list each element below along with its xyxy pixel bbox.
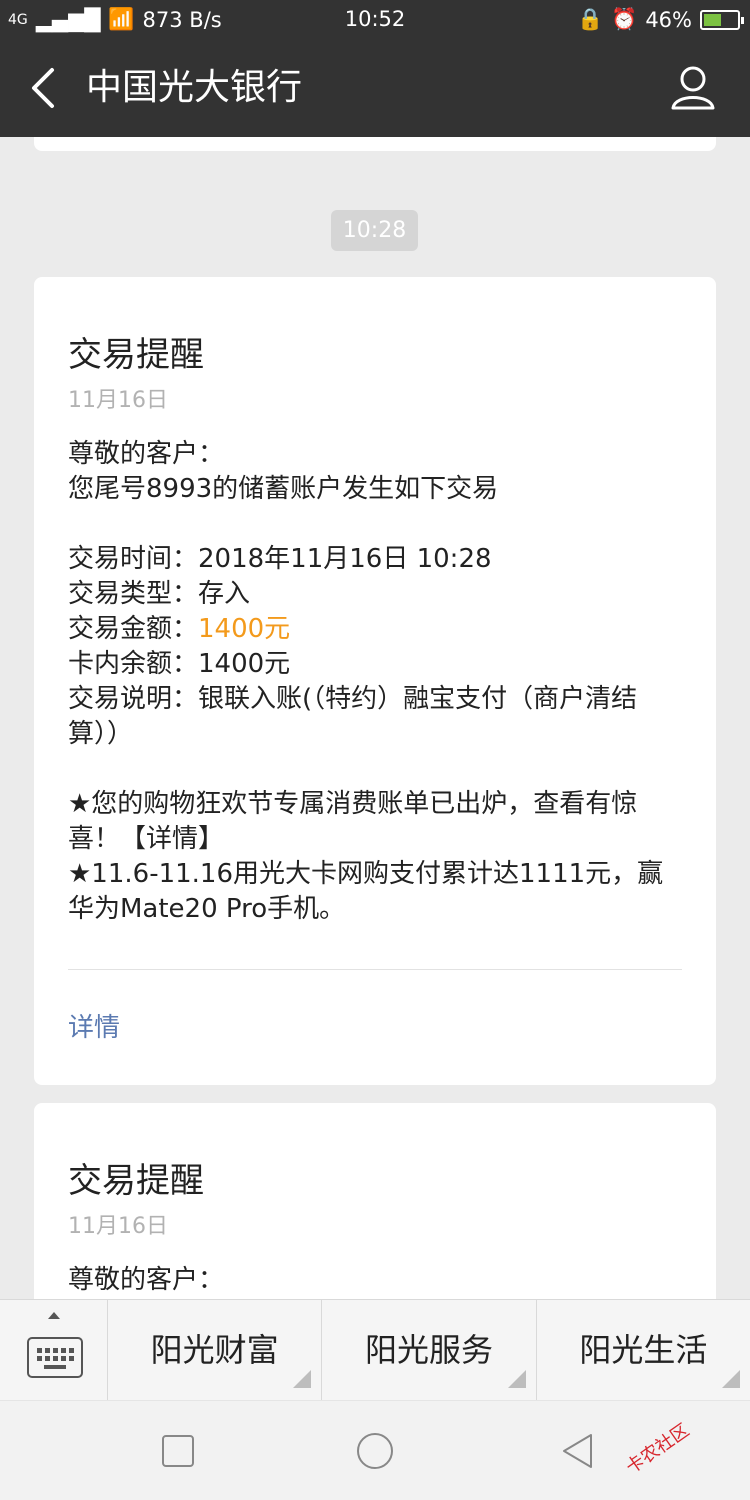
promo-line: ★您的购物狂欢节专属消费账单已出炉，查看有惊喜！【详情】	[68, 789, 638, 854]
keyboard-icon	[27, 1337, 83, 1378]
back-triangle-icon[interactable]	[558, 1431, 598, 1471]
battery-percent: 46%	[645, 7, 692, 32]
menu-item-service[interactable]: 阳光服务	[322, 1300, 537, 1400]
status-right: 🔒 ⏰ 46%	[577, 7, 744, 32]
bottom-menu: 阳光财富 阳光服务 阳光生活	[0, 1299, 750, 1400]
system-navigation-bar: 卡农社区	[0, 1400, 750, 1500]
body-line: 交易类型：存入	[68, 579, 251, 609]
body-line: 您尾号8993的储蓄账户发生如下交易	[68, 474, 499, 504]
card-date: 11月16日	[68, 1214, 168, 1239]
home-icon[interactable]	[355, 1431, 395, 1471]
body-line: 交易时间：2018年11月16日 10:28	[68, 544, 492, 574]
status-bar: 4G ▂▄▆█ 📶 873 B/s 10:52 🔒 ⏰ 46%	[0, 0, 750, 40]
body-line: 交易说明：银联入账(（特约）融宝支付（商户清结算））	[68, 684, 638, 749]
divider	[68, 969, 682, 970]
keyboard-toggle-button[interactable]	[0, 1300, 108, 1400]
card-title: 交易提醒	[68, 1161, 204, 1201]
transaction-card[interactable]: 交易提醒 11月16日 尊敬的客户： 您尾号8993的储蓄账户发生如下交易 交易…	[34, 277, 716, 1085]
time-chip: 10:28	[331, 210, 418, 251]
watermark: 卡农社区	[620, 1395, 750, 1500]
detail-link[interactable]: 详情	[68, 1007, 120, 1044]
watermark-text: 卡农社区	[622, 1419, 694, 1479]
battery-icon	[700, 9, 744, 30]
page-title: 中国光大银行	[86, 67, 303, 108]
card-date: 11月16日	[68, 388, 168, 413]
body-line: 尊敬的客户：	[68, 439, 225, 469]
body-line: 尊敬的客户：	[68, 1265, 225, 1295]
title-bar: 中国光大银行	[0, 40, 750, 137]
menu-item-label: 阳光财富	[150, 1331, 279, 1369]
caret-up-icon	[48, 1312, 60, 1319]
submenu-indicator-icon	[721, 1370, 740, 1388]
recent-apps-icon[interactable]	[158, 1431, 198, 1471]
menu-item-life[interactable]: 阳光生活	[537, 1300, 750, 1400]
submenu-indicator-icon	[293, 1370, 312, 1388]
message-list[interactable]: 10:28 交易提醒 11月16日 尊敬的客户： 您尾号8993的储蓄账户发生如…	[0, 137, 750, 1299]
card-body: 尊敬的客户：	[68, 1263, 686, 1298]
submenu-indicator-icon	[507, 1370, 526, 1388]
promo-line: ★11.6-11.16用光大卡网购支付累计达1111元，赢华为Mate20 Pr…	[68, 859, 664, 924]
card-body: 尊敬的客户： 您尾号8993的储蓄账户发生如下交易 交易时间：2018年11月1…	[68, 437, 686, 927]
alarm-icon: ⏰	[611, 7, 638, 31]
profile-icon[interactable]	[670, 64, 716, 112]
lock-icon: 🔒	[577, 7, 604, 31]
menu-item-label: 阳光生活	[579, 1331, 708, 1369]
body-line: 卡内余额：1400元	[68, 649, 291, 679]
menu-item-label: 阳光服务	[364, 1331, 493, 1369]
transaction-card[interactable]: 交易提醒 11月16日 尊敬的客户：	[34, 1103, 716, 1299]
card-title: 交易提醒	[68, 335, 204, 375]
menu-item-wealth[interactable]: 阳光财富	[108, 1300, 323, 1400]
previous-card	[34, 137, 716, 151]
amount-value: 1400元	[198, 614, 291, 644]
back-icon[interactable]	[24, 64, 64, 112]
amount-line: 交易金额：1400元	[68, 614, 291, 644]
